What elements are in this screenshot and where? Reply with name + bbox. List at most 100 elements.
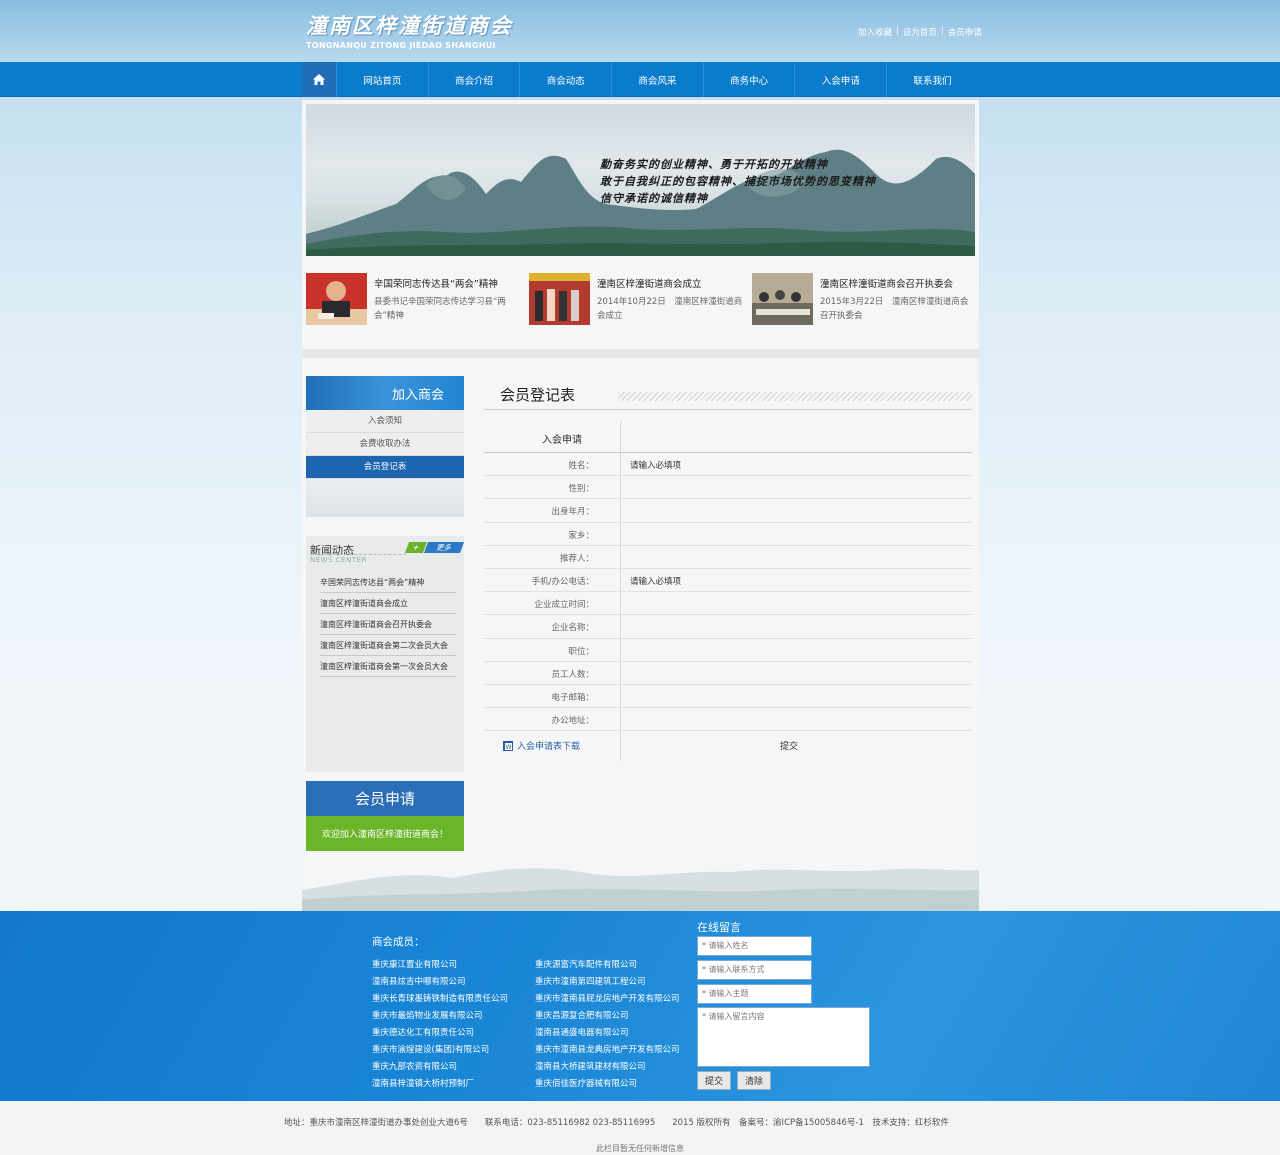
member-link[interactable]: 重庆市渝煌建设(集团)有限公司 — [372, 1042, 508, 1059]
field-label: 企业成立时间： — [534, 600, 594, 611]
list-item[interactable]: 辛国荣同志传达县“两会”精神 — [320, 572, 456, 593]
news-thumbnail — [306, 273, 367, 325]
news-cards: 辛国荣同志传达县“两会”精神 县委书记辛国荣同志传达学习县“两会”精神 潼南区梓… — [306, 268, 975, 330]
news-card-desc: 2015年3月22日 潼南区梓潼街道商会召开执委会 — [820, 297, 969, 321]
nav-home-button[interactable] — [302, 62, 336, 97]
nav-item-gallery[interactable]: 商会风采 — [611, 62, 703, 97]
member-link[interactable]: 重庆长青球墨铸铁制造有限责任公司 — [372, 991, 508, 1008]
form-row-hometown: 家乡： — [484, 523, 972, 546]
news-center-subtitle: NEWS CENTER — [310, 556, 367, 564]
field-label: 职位： — [568, 646, 594, 657]
member-link[interactable]: 重庆九部农资有限公司 — [372, 1059, 508, 1076]
news-card-title: 潼南区梓潼街道商会召开执委会 — [820, 279, 954, 290]
member-link[interactable]: 重庆佰佳医疗器械有限公司 — [535, 1076, 680, 1093]
list-item[interactable]: 潼南区梓潼街道商会成立 — [320, 593, 456, 614]
form-row-position: 职位： — [484, 639, 972, 662]
form-row-company: 企业名称： — [484, 615, 972, 639]
member-link[interactable]: 重庆源富汽车配件有限公司 — [535, 957, 680, 974]
nav-item-business[interactable]: 商务中心 — [702, 62, 795, 97]
sidebar-join: 加入商会 入会须知 会费收取办法 会员登记表 — [306, 376, 464, 517]
member-link[interactable]: 重庆市潼南县龙典房地产开发有限公司 — [535, 1042, 680, 1059]
word-document-icon: W — [503, 740, 513, 751]
member-link[interactable]: 重庆市最焰物业发展有限公司 — [372, 1008, 508, 1025]
nav-item-home[interactable]: 网站首页 — [336, 62, 428, 97]
news-card[interactable]: 潼南区梓潼街道商会成立 2014年10月22日 潼南区梓潼街道商会成立 — [529, 268, 752, 330]
form-row-birth: 出身年月： — [484, 499, 972, 523]
footer-note: 此栏目暂无任何新增信息 — [596, 1144, 684, 1153]
member-link[interactable]: 潼南县大桥建筑建材有限公司 — [535, 1059, 680, 1076]
members-title: 商会成员： — [372, 936, 425, 948]
field-label: 企业名称： — [551, 623, 594, 634]
footer-info: 地址：重庆市潼南区梓潼街道办事处创业大道6号 联系电话：023-85116982… — [284, 1118, 949, 1128]
member-link[interactable]: 潼南县梓潼镇大桥村预制厂 — [372, 1076, 508, 1093]
sidebar-title: 加入商会 — [306, 376, 464, 410]
nav-item-about[interactable]: 商会介绍 — [427, 62, 520, 97]
member-apply-title: 会员申请 — [306, 781, 464, 816]
banner-slogan: 勤奋务实的创业精神、勇于开拓的开放精神 敢于自我纠正的包容精神、捕捉市场优势的思… — [600, 158, 876, 205]
list-item[interactable]: 潼南区梓潼街道商会第一次会员大会 — [320, 656, 456, 677]
online-message-title: 在线留言 — [697, 921, 741, 934]
submit-button[interactable]: 提交 — [780, 739, 798, 752]
message-clear-button[interactable]: 清除 — [737, 1071, 771, 1090]
sidebar-item-registration[interactable]: 会员登记表 — [306, 456, 464, 479]
field-label: 办公地址： — [551, 716, 594, 727]
footer-info-bar: 地址：重庆市潼南区梓潼街道办事处创业大道6号 联系电话：023-85116982… — [0, 1101, 1280, 1155]
member-link[interactable]: 重庆康江置业有限公司 — [372, 957, 508, 974]
member-link[interactable]: 潼南县通盛电器有限公司 — [535, 1025, 680, 1042]
member-link[interactable]: 重庆德达化工有限责任公司 — [372, 1025, 508, 1042]
member-link[interactable]: 重庆昌源复合肥有限公司 — [535, 1008, 680, 1025]
form-section-title: 入会申请 — [542, 435, 582, 446]
form-row-address: 办公地址： — [484, 708, 972, 732]
news-card[interactable]: 潼南区梓潼街道商会召开执委会 2015年3月22日 潼南区梓潼街道商会召开执委会 — [752, 268, 975, 330]
message-submit-button[interactable]: 提交 — [697, 1071, 731, 1090]
form-row-staff: 员工人数： — [484, 662, 972, 685]
message-name-input[interactable]: * 请输入姓名 — [697, 936, 812, 956]
download-link[interactable]: W 入会申请表下载 — [502, 739, 580, 752]
member-welcome: 欢迎加入潼南区梓潼街道商会！ — [306, 816, 464, 851]
field-label: 姓名： — [568, 461, 594, 471]
sidebar-item-notice[interactable]: 入会须知 — [306, 410, 464, 433]
page-title: 会员登记表 — [500, 386, 576, 404]
site-logo[interactable]: 潼南区梓潼街道商会 TONGNANQU ZITONG JIEDAO SHANGH… — [306, 10, 526, 52]
nav-item-news[interactable]: 商会动态 — [519, 62, 611, 97]
form-row-phone: 手机/办公电话： 请输入必填项 — [484, 569, 972, 593]
news-list: 辛国荣同志传达县“两会”精神 潼南区梓潼街道商会成立 潼南区梓潼街道商会召开执委… — [320, 572, 456, 677]
form-row-founded: 企业成立时间： — [484, 592, 972, 616]
news-card[interactable]: 辛国荣同志传达县“两会”精神 县委书记辛国荣同志传达学习县“两会”精神 — [306, 268, 529, 330]
bottom-decoration — [302, 860, 979, 911]
form-row-gender: 性别： — [484, 476, 972, 500]
main-container: 勤奋务实的创业精神、勇于开拓的开放精神 敢于自我纠正的包容精神、捕捉市场优势的思… — [302, 100, 979, 911]
field-label: 家乡： — [568, 530, 594, 541]
logo-chinese: 潼南区梓潼街道商会 — [306, 13, 513, 38]
field-label: 手机/办公电话： — [531, 576, 594, 587]
member-link[interactable]: 重庆市潼南县屁龙房地产开发有限公司 — [535, 991, 680, 1008]
list-item[interactable]: 潼南区梓潼街道商会第二次会员大会 — [320, 635, 456, 656]
footer: 商会成员： 重庆康江置业有限公司 潼南县炫吉中哪有限公司 重庆长青球墨铸铁制造有… — [0, 911, 1280, 1101]
member-apply-link[interactable]: 会员申请 — [948, 26, 982, 38]
nav-item-join[interactable]: 入会申请 — [794, 62, 886, 97]
member-apply-box[interactable]: 会员申请 欢迎加入潼南区梓潼街道商会！ — [306, 781, 464, 851]
banner-image: 勤奋务实的创业精神、勇于开拓的开放精神 敢于自我纠正的包容精神、捕捉市场优势的思… — [306, 104, 975, 256]
set-homepage-link[interactable]: 设为首页 — [903, 26, 937, 38]
top-links: 加入收藏 | 设为首页 | 会员申请 — [858, 26, 982, 38]
sidebar-item-fees[interactable]: 会费收取办法 — [306, 433, 464, 456]
news-center-box: 新闻动态 NEWS CENTER + 更多 辛国荣同志传达县“两会”精神 潼南区… — [306, 536, 465, 772]
phone-input[interactable]: 请输入必填项 — [630, 575, 681, 587]
sidebar-menu: 入会须知 会费收取办法 会员登记表 — [306, 410, 464, 479]
name-input[interactable]: 请输入必填项 — [630, 459, 681, 471]
logo-english: TONGNANQU ZITONG JIEDAO SHANGHUI — [306, 41, 496, 50]
list-item[interactable]: 潼南区梓潼街道商会召开执委会 — [320, 614, 456, 635]
member-link[interactable]: 重庆市潼南第四建筑工程公司 — [535, 974, 680, 991]
more-label: 更多 — [423, 542, 465, 553]
form-row-referrer: 推荐人： — [484, 546, 972, 569]
message-subject-input[interactable]: * 请输入主题 — [697, 984, 812, 1004]
field-label: 电子邮箱： — [551, 692, 594, 703]
form-row-email: 电子邮箱： — [484, 685, 972, 709]
more-button[interactable]: + 更多 — [404, 542, 465, 553]
nav-item-contact[interactable]: 联系我们 — [886, 62, 978, 97]
add-favorite-link[interactable]: 加入收藏 — [858, 26, 892, 38]
member-link[interactable]: 潼南县炫吉中哪有限公司 — [372, 974, 508, 991]
message-contact-input[interactable]: * 请输入联系方式 — [697, 960, 812, 980]
registration-form: 会员登记表 入会申请 姓名： 请输入必填项 性别： 出身年月： 家乡： 推荐人：… — [484, 376, 972, 761]
message-content-textarea[interactable]: * 请输入留言内容 — [697, 1007, 870, 1067]
